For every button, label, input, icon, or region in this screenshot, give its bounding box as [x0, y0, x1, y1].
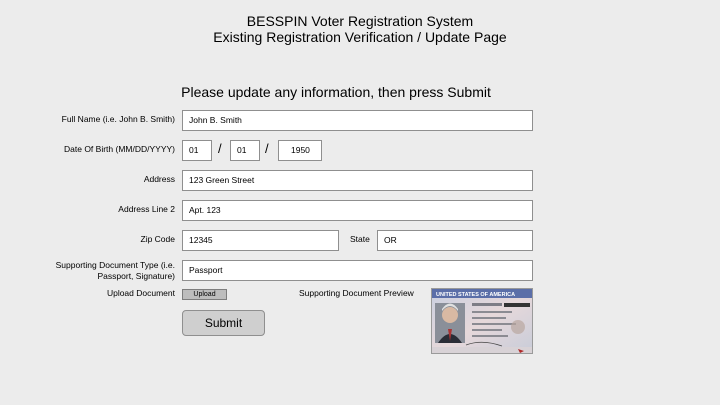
doc-type-label: Supporting Document Type (i.e. Passport,… — [5, 260, 175, 282]
document-preview-image: UNITED STATES OF AMERICA — [431, 288, 533, 354]
dob-separator: / — [265, 141, 269, 156]
upload-button[interactable]: Upload — [182, 289, 227, 300]
submit-button[interactable]: Submit — [182, 310, 265, 336]
doc-type-input[interactable]: Passport — [182, 260, 533, 281]
state-input[interactable]: OR — [377, 230, 533, 251]
preview-label: Supporting Document Preview — [299, 288, 414, 298]
doc-type-label-line1: Supporting Document Type (i.e. — [55, 260, 175, 270]
instructions-text: Please update any information, then pres… — [181, 84, 491, 100]
state-label: State — [350, 234, 370, 244]
zip-input[interactable]: 12345 — [182, 230, 339, 251]
address-input[interactable]: 123 Green Street — [182, 170, 533, 191]
address-label: Address — [143, 174, 175, 184]
dob-month-input[interactable]: 01 — [182, 140, 212, 161]
dob-day-input[interactable]: 01 — [230, 140, 260, 161]
dob-label: Date Of Birth (MM/DD/YYYY) — [64, 144, 175, 154]
passport-image: UNITED STATES OF AMERICA — [432, 289, 532, 353]
address-line2-input[interactable]: Apt. 123 — [182, 200, 533, 221]
dob-separator: / — [218, 141, 222, 156]
zip-label: Zip Code — [140, 234, 176, 244]
doc-type-label-line2: Passport, Signature) — [97, 271, 175, 281]
address-line2-label: Address Line 2 — [118, 204, 175, 214]
full-name-input[interactable]: John B. Smith — [182, 110, 533, 131]
page-title-line2: Existing Registration Verification / Upd… — [213, 29, 507, 45]
upload-label: Upload Document — [106, 288, 175, 298]
full-name-label: Full Name (i.e. John B. Smith) — [61, 114, 175, 124]
dob-year-input[interactable]: 1950 — [278, 140, 322, 161]
passport-header-text: UNITED STATES OF AMERICA — [436, 292, 515, 298]
